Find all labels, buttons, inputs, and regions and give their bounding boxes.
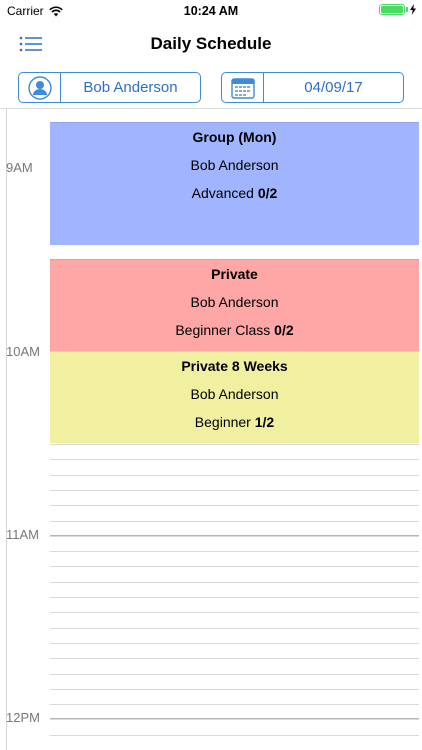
grid-line — [50, 735, 419, 736]
grid-line — [50, 475, 419, 476]
grid-line — [50, 628, 419, 629]
event-level-line: Beginner 1/2 — [50, 414, 419, 430]
status-right — [379, 4, 416, 15]
event-capacity: 1/2 — [254, 414, 275, 430]
grid-line — [50, 704, 419, 705]
grid-line — [50, 719, 419, 720]
grid-line — [50, 536, 419, 537]
grid-line — [50, 505, 419, 506]
grid-line — [50, 459, 419, 460]
hour-label-12pm: 12PM — [6, 710, 40, 725]
event-capacity: 0/2 — [274, 322, 294, 338]
event-level-line: Advanced 0/2 — [50, 185, 419, 201]
grid-line — [50, 582, 419, 583]
event-level: Beginner — [194, 414, 251, 430]
date-value[interactable]: 04/09/17 — [264, 73, 403, 102]
event-level: Advanced — [191, 185, 254, 201]
event-title: Private — [211, 266, 258, 282]
grid-line — [50, 658, 419, 659]
status-bar: Carrier 10:24 AM — [0, 0, 422, 22]
grid-line — [50, 674, 419, 675]
member-selector[interactable]: Bob Anderson — [18, 72, 201, 103]
hour-label-9am: 9AM — [6, 160, 33, 175]
grid-line — [50, 597, 419, 598]
grid-line — [50, 643, 419, 644]
date-icon-cell[interactable] — [222, 73, 264, 102]
event-instructor: Bob Anderson — [190, 157, 279, 173]
time-rail — [6, 109, 7, 750]
event-instructor: Bob Anderson — [190, 294, 279, 310]
calendar-icon — [230, 77, 255, 99]
event-title: Group (Mon) — [192, 129, 277, 145]
hour-label-10am: 10AM — [6, 344, 40, 359]
person-icon — [27, 75, 52, 100]
grid-line — [50, 551, 419, 552]
grid-line — [50, 521, 419, 522]
hour-grid-line — [50, 718, 419, 719]
nav-bar: Daily Schedule — [0, 22, 422, 66]
member-icon-cell[interactable] — [19, 73, 61, 102]
status-time: 10:24 AM — [183, 4, 239, 18]
grid-line — [50, 490, 419, 491]
event-level: Beginner Class — [175, 322, 271, 338]
page-title: Daily Schedule — [150, 34, 272, 53]
hour-label-11am: 11AM — [6, 527, 39, 542]
battery-cap — [406, 7, 408, 12]
battery-icon — [379, 4, 405, 15]
grid-line — [50, 566, 419, 567]
event-card-private-8-weeks[interactable]: Private 8 Weeks Bob Anderson Beginner 1/… — [50, 351, 419, 443]
event-instructor: Bob Anderson — [190, 386, 279, 402]
event-title: Private 8 Weeks — [181, 358, 288, 374]
event-card-group[interactable]: Group (Mon) Bob Anderson Advanced 0/2 — [50, 122, 419, 245]
grid-line — [50, 689, 419, 690]
grid-line — [50, 612, 419, 613]
date-selector[interactable]: 04/09/17 — [221, 72, 404, 103]
event-card-private[interactable]: Private Bob Anderson Beginner Class 0/2 — [50, 259, 419, 351]
event-level-line: Beginner Class 0/2 — [50, 322, 419, 338]
event-capacity: 0/2 — [257, 185, 278, 201]
hour-grid-line — [50, 535, 419, 536]
charging-icon — [410, 4, 416, 15]
member-name[interactable]: Bob Anderson — [61, 73, 200, 102]
grid-line — [50, 444, 419, 445]
schedule-timeline[interactable]: 9AM 10AM 11AM 12PM Group (Mon) Bob Ander… — [0, 109, 422, 750]
